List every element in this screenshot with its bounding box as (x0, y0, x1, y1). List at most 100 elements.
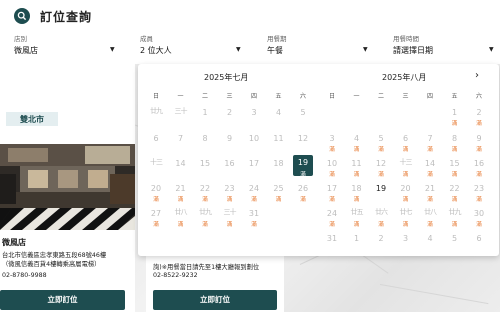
calendar-day[interactable]: 15 (445, 159, 465, 168)
calendar-day[interactable]: 1 (347, 234, 367, 243)
calendar-day[interactable]: 20 (396, 184, 416, 193)
calendar-day[interactable]: 3 (396, 234, 416, 243)
full-badge: 滿 (153, 197, 159, 203)
calendar-day[interactable]: 廿五 (347, 209, 367, 216)
calendar-day[interactable]: 14 (171, 159, 191, 168)
calendar-day[interactable]: 2 (371, 234, 391, 243)
calendar-day[interactable]: 16 (220, 159, 240, 168)
calendar-day[interactable]: 6 (396, 134, 416, 143)
calendar-day[interactable]: 2 (220, 108, 240, 117)
calendar-day[interactable]: 20 (146, 184, 166, 193)
full-badge: 滿 (300, 197, 306, 203)
book-now-button[interactable]: 立即訂位 (153, 290, 277, 310)
party-size-label: 成員 (140, 35, 153, 43)
weekday-label: 四 (426, 93, 433, 100)
calendar-day[interactable]: 23 (469, 184, 489, 193)
calendar-day[interactable]: 24 (244, 184, 264, 193)
search-icon[interactable] (14, 8, 30, 24)
calendar-day[interactable]: 三十 (171, 108, 191, 115)
weekday-label: 一 (353, 93, 360, 100)
calendar-day[interactable]: 8 (195, 134, 215, 143)
weekday-label: 四 (250, 93, 257, 100)
full-badge: 滿 (177, 222, 184, 228)
full-badge: 滿 (476, 147, 482, 153)
calendar-day[interactable]: 30 (469, 209, 489, 218)
calendar-day[interactable]: 4 (269, 108, 289, 117)
calendar-day[interactable]: 3 (244, 108, 264, 117)
calendar-day[interactable]: 1 (195, 108, 215, 117)
calendar-day[interactable]: 10 (322, 159, 342, 168)
calendar-day[interactable]: 3 (322, 134, 342, 143)
full-badge: 滿 (402, 197, 409, 203)
party-size-value: 2 位大人 (140, 46, 172, 55)
calendar-day[interactable]: 17 (322, 184, 342, 193)
address-line: （微風信義百貨4樓轉乘高層電梯） (2, 261, 101, 268)
calendar-day[interactable]: 23 (220, 184, 240, 193)
calendar-day[interactable]: 5 (445, 234, 465, 243)
calendar-day[interactable]: 27 (146, 209, 166, 218)
calendar-day[interactable]: 14 (420, 159, 440, 168)
weekday-label: 日 (328, 93, 335, 100)
meal-time-value: 請選擇日期 (393, 46, 433, 55)
calendar-day[interactable]: 21 (171, 184, 191, 193)
calendar-day[interactable]: 31 (322, 234, 342, 243)
calendar-day[interactable]: 10 (244, 134, 264, 143)
calendar-day[interactable]: 5 (293, 108, 313, 117)
calendar-day[interactable]: 21 (420, 184, 440, 193)
calendar-day[interactable]: 廿九 (146, 108, 166, 115)
chevron-right-icon[interactable]: › (475, 70, 479, 81)
calendar-day[interactable]: 1 (445, 108, 465, 117)
calendar-day[interactable]: 17 (244, 159, 264, 168)
calendar-day[interactable]: 廿六 (371, 209, 391, 216)
calendar-day[interactable]: 31 (244, 209, 264, 218)
calendar-day[interactable]: 廿九 (445, 209, 465, 216)
calendar-day[interactable]: 18 (347, 184, 367, 193)
calendar-day[interactable]: 7 (171, 134, 191, 143)
full-badge: 滿 (202, 222, 208, 228)
calendar-day[interactable]: 6 (469, 234, 489, 243)
calendar-day[interactable]: 6 (146, 134, 166, 143)
calendar-day[interactable]: 2 (469, 108, 489, 117)
calendar-day[interactable]: 7 (420, 134, 440, 143)
calendar-day[interactable]: 25 (269, 184, 289, 193)
calendar-day[interactable]: 廿七 (396, 209, 416, 216)
calendar-day[interactable]: 廿九 (195, 209, 215, 216)
calendar-day[interactable]: 十三 (146, 159, 166, 166)
full-badge: 滿 (329, 222, 335, 228)
calendar-day[interactable]: 16 (469, 159, 489, 168)
store-select[interactable]: 店別 微風店 ▼ (14, 33, 118, 63)
calendar-day[interactable]: 廿八 (171, 209, 191, 216)
full-badge: 滿 (353, 197, 360, 203)
full-badge: 滿 (476, 222, 482, 228)
book-now-button[interactable]: 立即訂位 (0, 290, 125, 310)
calendar-day[interactable]: 15 (195, 159, 215, 168)
calendar-day[interactable]: 22 (195, 184, 215, 193)
calendar-day[interactable]: 4 (347, 134, 367, 143)
weekday-label: 五 (451, 93, 458, 100)
party-size-select[interactable]: 成員 2 位大人 ▼ (140, 33, 244, 63)
calendar-day[interactable]: 26 (293, 184, 313, 193)
calendar-day[interactable]: 9 (220, 134, 240, 143)
calendar-day[interactable]: 19 (371, 184, 391, 193)
calendar-day[interactable]: 12 (371, 159, 391, 168)
meal-time-select[interactable]: 用餐時間 請選擇日期 ▼ (393, 33, 497, 63)
region-tag: 雙北市 (6, 112, 58, 126)
calendar-day[interactable]: 24 (322, 209, 342, 218)
calendar-day[interactable]: 十三 (396, 159, 416, 166)
weekday-label: 三 (402, 93, 409, 100)
calendar-day[interactable]: 12 (293, 134, 313, 143)
meal-period-select[interactable]: 用餐期 午餐 ▼ (267, 33, 371, 63)
calendar-day[interactable]: 4 (420, 234, 440, 243)
calendar-day[interactable]: 22 (445, 184, 465, 193)
full-badge: 滿 (427, 147, 433, 153)
calendar-day[interactable]: 11 (347, 159, 367, 168)
full-badge: 滿 (451, 172, 458, 178)
calendar-day[interactable]: 8 (445, 134, 465, 143)
calendar-day[interactable]: 廿八 (420, 209, 440, 216)
calendar-day[interactable]: 18 (269, 159, 289, 168)
calendar-day[interactable]: 三十 (220, 209, 240, 216)
calendar-day[interactable]: 9 (469, 134, 489, 143)
full-badge: 滿 (402, 172, 409, 178)
calendar-day[interactable]: 5 (371, 134, 391, 143)
calendar-day[interactable]: 11 (269, 134, 289, 143)
